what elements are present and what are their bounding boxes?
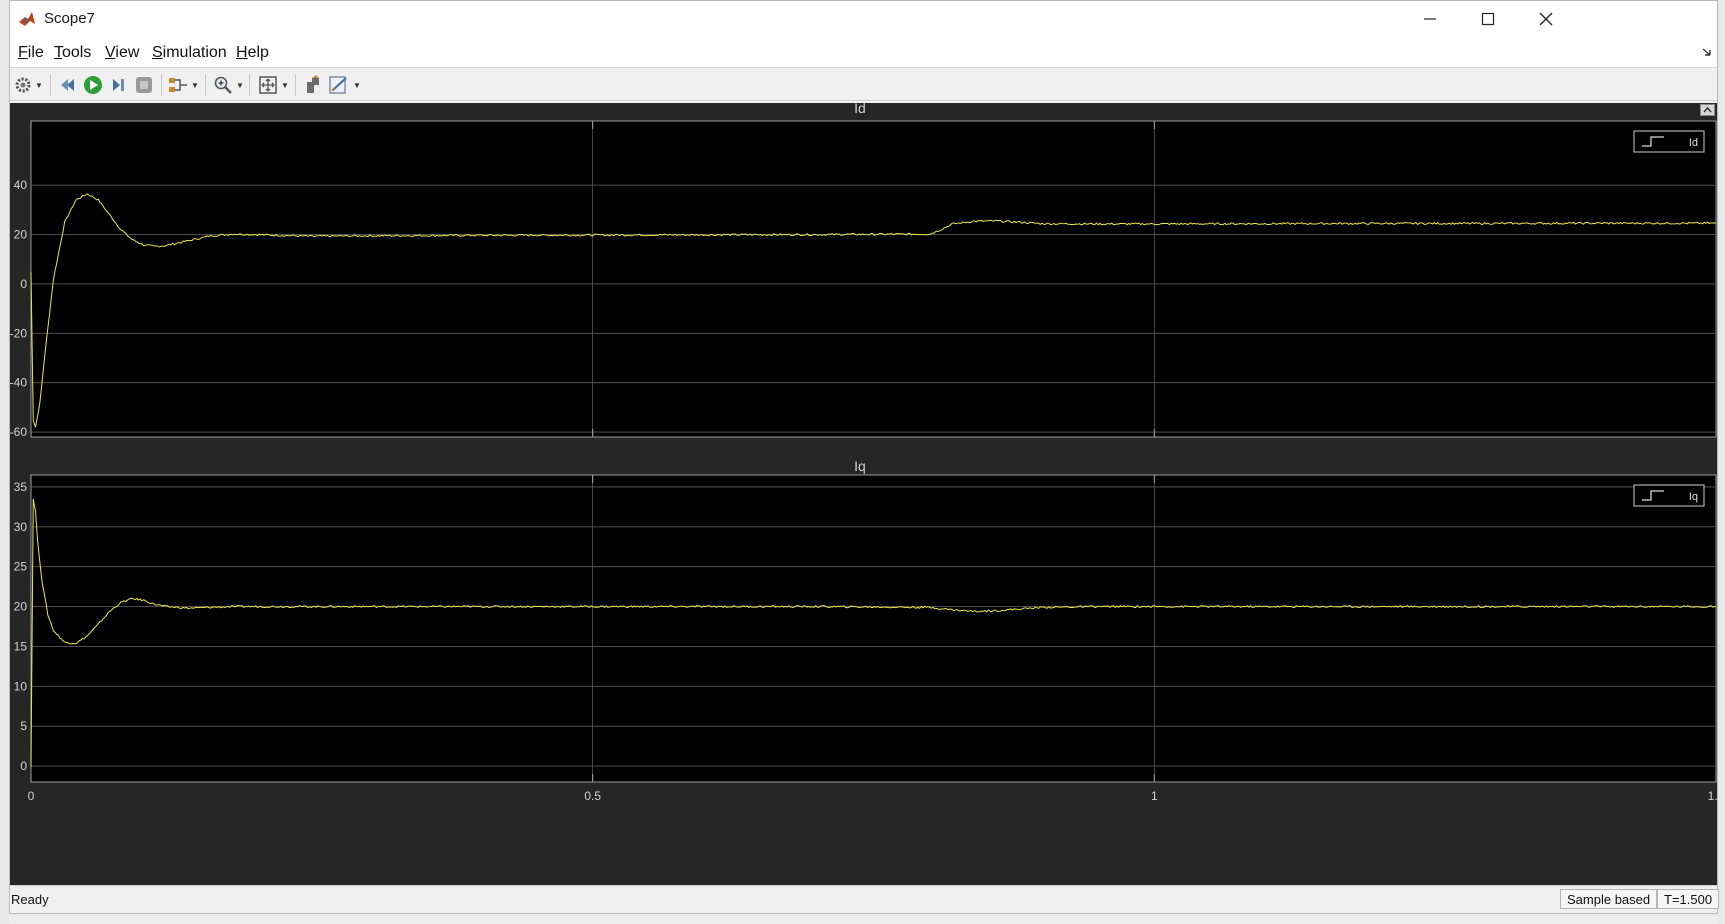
toolbar-separator <box>295 74 296 96</box>
fit-to-view-button[interactable]: ▼ <box>258 74 289 96</box>
id-axes[interactable]: -60 -40 -20 0 20 40 Id <box>10 103 1717 483</box>
dropdown-caret-icon: ▼ <box>353 80 361 90</box>
y-tick-label: 35 <box>14 480 28 494</box>
y-tick-label: 40 <box>14 178 28 192</box>
menu-help[interactable]: Help <box>236 44 269 62</box>
plot-background <box>30 120 1717 438</box>
signal-selection-button[interactable]: ▼ <box>168 74 199 96</box>
style-button[interactable]: ▼ <box>328 74 361 96</box>
x-tick-label: 0 <box>28 789 35 803</box>
x-tick-label: 1.5 <box>1708 789 1717 803</box>
menu-bar: File Tools View Simulation Help <box>10 37 1717 67</box>
y-tick-label: 20 <box>14 600 28 614</box>
close-icon <box>1539 12 1553 26</box>
title-bar[interactable]: Scope7 <box>10 1 1717 37</box>
y-tick-label: 15 <box>14 639 28 653</box>
legend-entry: Id <box>1689 137 1698 149</box>
status-text: Ready <box>11 892 49 907</box>
stop-button[interactable] <box>134 74 154 96</box>
step-forward-icon <box>113 79 124 91</box>
highlight-block-icon <box>307 75 319 93</box>
window-title: Scope7 <box>44 10 95 27</box>
y-tick-label: 10 <box>14 679 28 693</box>
dropdown-caret-icon: ▼ <box>236 80 244 90</box>
step-forward-button[interactable] <box>109 74 129 96</box>
maximize-button[interactable] <box>1459 1 1517 37</box>
desktop-background-left <box>0 0 9 924</box>
menu-file[interactable]: File <box>18 44 44 62</box>
highlight-block-button[interactable] <box>303 74 323 96</box>
y-tick-label: 0 <box>20 759 27 773</box>
x-tick-label: 0.5 <box>584 789 601 803</box>
dropdown-caret-icon: ▼ <box>191 80 199 90</box>
menu-view[interactable]: View <box>105 44 139 62</box>
toolbar-separator <box>205 74 206 96</box>
x-tick-label: 1 <box>1151 789 1158 803</box>
y-tick-label: 0 <box>20 277 27 291</box>
step-back-button[interactable] <box>58 74 78 96</box>
signal-routing-icon <box>169 78 187 92</box>
toolbar: ▼ ▼ ▼ ▼ ▼ <box>10 67 1717 101</box>
minimize-button[interactable] <box>1401 1 1459 37</box>
sample-mode-indicator: Sample based <box>1560 889 1658 909</box>
y-tick-label: 30 <box>14 520 28 534</box>
desktop-background-right <box>1718 0 1725 924</box>
dropdown-caret-icon: ▼ <box>35 80 43 90</box>
y-tick-label: 20 <box>14 228 28 242</box>
zoom-button[interactable]: ▼ <box>213 74 244 96</box>
legend-entry: Iq <box>1689 491 1698 503</box>
configuration-button[interactable]: ▼ <box>14 74 43 96</box>
plot-background <box>30 474 1717 783</box>
run-button[interactable] <box>83 74 103 96</box>
run-icon <box>84 76 102 94</box>
maximize-icon <box>1481 12 1495 26</box>
status-bar: Ready Sample based T=1.500 <box>10 885 1720 913</box>
y-tick-label: 25 <box>14 560 28 574</box>
matlab-icon <box>19 12 35 26</box>
scope-window: Scope7 File Tools View Simulation Help ▼ <box>9 0 1720 914</box>
toolbar-separator <box>249 74 250 96</box>
menu-tools[interactable]: Tools <box>54 44 91 62</box>
style-icon <box>329 76 347 94</box>
gear-icon <box>15 77 31 93</box>
menu-simulation[interactable]: Simulation <box>152 44 227 62</box>
plot-area: Id -60 -40 -20 0 20 40 Id Iq 0 5 10 15 20 25 30 35 0 0.… <box>10 100 1717 885</box>
undock-arrow-icon[interactable] <box>1702 47 1712 57</box>
y-tick-label: 5 <box>20 719 27 733</box>
y-tick-label: -20 <box>10 326 27 340</box>
step-back-icon <box>61 79 74 91</box>
y-tick-label: -60 <box>10 425 27 439</box>
toolbar-separator <box>50 74 51 96</box>
close-button[interactable] <box>1517 1 1575 37</box>
stop-icon <box>136 77 152 93</box>
y-tick-label: -40 <box>10 376 27 390</box>
toolbar-separator <box>161 74 162 96</box>
minimize-icon <box>1424 18 1436 20</box>
dropdown-caret-icon: ▼ <box>281 80 289 90</box>
simulation-time-indicator: T=1.500 <box>1657 889 1720 909</box>
fit-to-view-icon <box>259 76 277 94</box>
zoom-icon <box>214 76 232 94</box>
iq-axes[interactable]: 0 5 10 15 20 25 30 35 0 0.5 1 1.5 Iq <box>10 463 1717 885</box>
